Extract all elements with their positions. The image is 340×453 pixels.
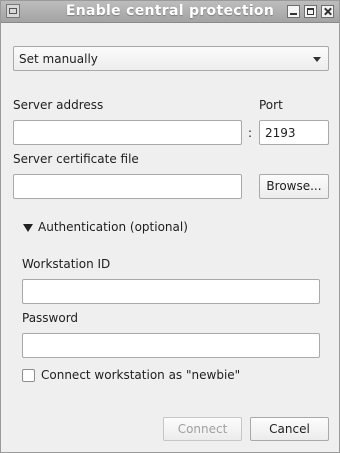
expand-triangle-icon[interactable] [23, 224, 33, 232]
dialog-window: Enable central protection Set manually S… [0, 0, 340, 453]
title-bar[interactable]: Enable central protection [1, 1, 339, 23]
browse-button[interactable]: Browse... [259, 174, 329, 199]
port-input[interactable]: 2193 [259, 120, 329, 145]
close-icon[interactable] [321, 5, 334, 18]
address-port-separator: : [248, 126, 253, 140]
maximize-icon[interactable] [304, 5, 317, 18]
port-value: 2193 [265, 126, 296, 140]
cert-file-input[interactable] [13, 174, 242, 199]
minimize-icon[interactable] [287, 5, 300, 18]
password-label: Password [22, 311, 79, 325]
password-input[interactable] [22, 333, 320, 358]
cancel-button[interactable]: Cancel [250, 417, 329, 441]
workstation-id-input[interactable] [22, 279, 320, 304]
chevron-down-icon [313, 57, 321, 62]
workstation-id-label: Workstation ID [22, 257, 111, 271]
mode-select[interactable]: Set manually [13, 46, 329, 71]
server-address-input[interactable] [13, 120, 242, 145]
newbie-checkbox-label[interactable]: Connect workstation as "newbie" [41, 368, 240, 382]
auth-toggle[interactable]: Authentication (optional) [38, 220, 188, 234]
mode-select-value: Set manually [19, 52, 98, 66]
connect-button[interactable]: Connect [163, 417, 242, 441]
cert-file-label: Server certificate file [13, 152, 139, 166]
newbie-checkbox[interactable] [22, 369, 35, 382]
port-label: Port [259, 98, 283, 112]
server-address-label: Server address [13, 98, 104, 112]
